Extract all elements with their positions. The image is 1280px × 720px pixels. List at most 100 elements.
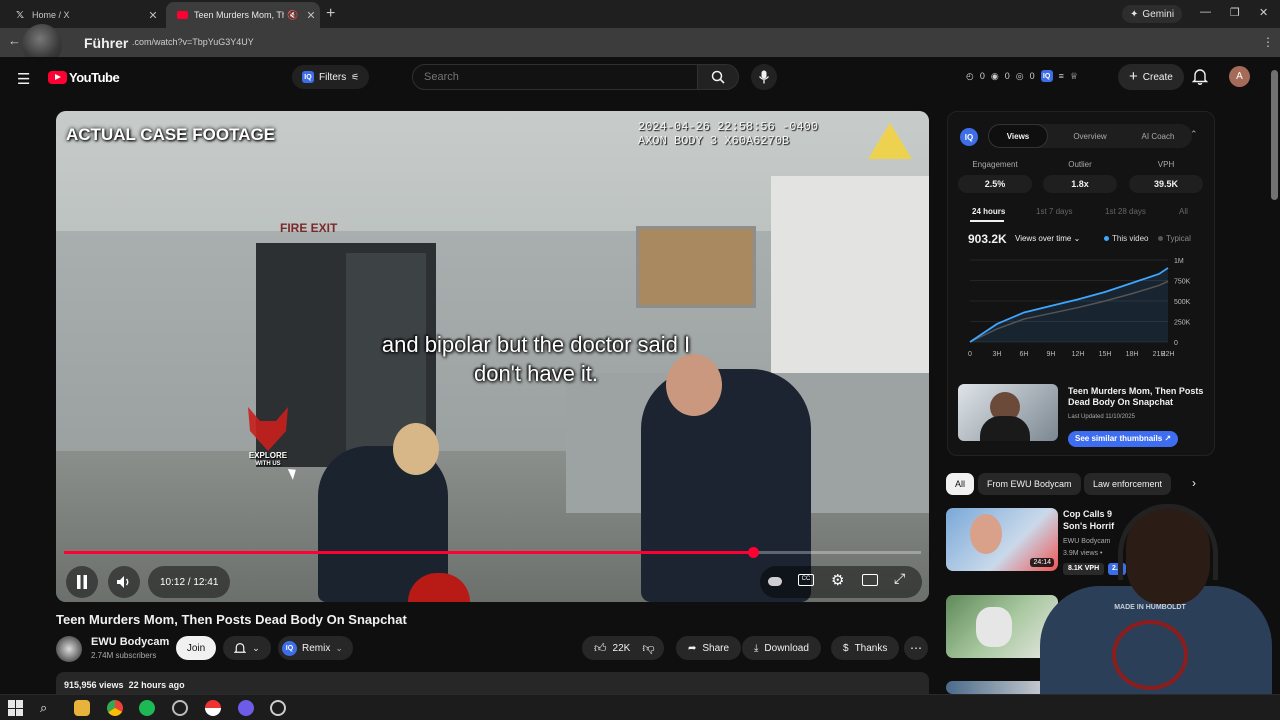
chip-all[interactable]: All (946, 473, 975, 495)
tab-overview[interactable]: Overview (1060, 124, 1120, 148)
legend-typical: Typical (1158, 234, 1191, 243)
minimize-icon[interactable]: — (1200, 6, 1211, 18)
chart-x-tick-label: 3H (993, 351, 1002, 358)
total-views: 903.2K (968, 232, 1007, 246)
progress-bar[interactable] (64, 547, 921, 558)
eye-icon: ◉ (990, 70, 999, 81)
tab-views[interactable]: Views (988, 124, 1048, 148)
video-thumbnail[interactable] (958, 384, 1058, 441)
obs-icon[interactable] (270, 700, 286, 716)
remix-button[interactable]: IQ Remix ⌄ (278, 636, 353, 660)
window-close-icon[interactable]: ✕ (1259, 6, 1268, 19)
video-player[interactable]: FIRE EXIT ACTUAL CASE FOOTAGE 2024-04-26… (56, 111, 929, 602)
captions-icon[interactable]: CC (798, 574, 814, 586)
voice-search-button[interactable] (751, 64, 777, 90)
iq-logo: IQ (960, 128, 978, 146)
range-all[interactable]: All (1179, 207, 1188, 216)
collapse-chevron-icon[interactable]: ⌃ (1190, 129, 1198, 140)
url-field[interactable]: .com/watch?v=TbpYuG3Y4UY (132, 37, 254, 47)
pause-button[interactable] (66, 566, 98, 598)
see-similar-thumbnails-button[interactable]: See similar thumbnails ↗ (1068, 431, 1179, 447)
chart-y-tick-label: 1M (1174, 258, 1184, 265)
app-icon[interactable] (238, 700, 254, 716)
thumbnail-figure-body (980, 416, 1030, 441)
caption-text: and bipolar but the doctor said I don't … (381, 332, 691, 386)
search-input[interactable] (413, 65, 697, 89)
range-24-hours[interactable]: 24 hours (972, 207, 1005, 216)
page-scrollbar[interactable] (1271, 70, 1278, 200)
thanks-label: Thanks (854, 642, 888, 654)
close-icon[interactable]: ✕ (144, 9, 162, 22)
video-title: Teen Murders Mom, Then Posts Dead Body O… (56, 612, 407, 627)
youtube-logo[interactable]: YouTube (48, 70, 120, 85)
upload-age: 22 hours ago (128, 680, 185, 690)
search-icon[interactable]: ⌕ (40, 700, 56, 716)
range-28-days[interactable]: 1st 28 days (1105, 207, 1146, 216)
app-icon[interactable] (172, 700, 188, 716)
metric-value: 1.8x (1043, 175, 1117, 193)
tab-ai-coach[interactable]: AI Coach (1128, 124, 1188, 148)
account-avatar[interactable]: A (1229, 66, 1250, 87)
fullscreen-icon[interactable]: ⤢ (894, 570, 905, 587)
gemini-button[interactable]: ✦ Gemini (1122, 5, 1183, 23)
channel-name[interactable]: EWU Bodycam (91, 636, 169, 648)
hamburger-menu-icon[interactable]: ☰ (17, 70, 30, 88)
pokeball-icon[interactable] (205, 700, 221, 716)
dropdown-label: Views over time (1015, 234, 1072, 243)
chevron-right-icon[interactable]: › (1192, 476, 1196, 490)
iq-icon[interactable]: IQ (1040, 70, 1053, 82)
legend-label: This video (1112, 234, 1149, 243)
range-7-days[interactable]: 1st 7 days (1036, 207, 1072, 216)
restore-icon[interactable]: ❐ (1230, 6, 1240, 19)
more-dots-icon: ⋯ (910, 641, 922, 655)
theater-mode-icon[interactable] (862, 574, 878, 586)
file-explorer-icon[interactable] (74, 700, 90, 716)
join-button[interactable]: Join (176, 636, 216, 660)
filters-button[interactable]: IQ Filters ⚟ (292, 65, 370, 89)
browser-tab-youtube[interactable]: Teen Murders Mom, Then P 🔇 ✕ (166, 2, 320, 28)
iq-icon: IQ (302, 71, 314, 83)
channel-avatar[interactable] (56, 636, 82, 662)
close-icon[interactable]: ✕ (302, 9, 320, 22)
browser-tab-x[interactable]: 𝕏 Home / X ✕ (4, 2, 162, 28)
thumbs-down-icon[interactable]: 👎︎ (642, 641, 654, 656)
chip-from-channel[interactable]: From EWU Bodycam (978, 473, 1081, 495)
settings-gear-icon[interactable]: ⚙ (831, 571, 844, 589)
pause-icon (77, 575, 87, 589)
list-icon[interactable]: ≡ (1059, 71, 1064, 81)
spotify-icon[interactable] (139, 700, 155, 716)
views-over-time-dropdown[interactable]: Views over time ⌄ (1015, 234, 1080, 243)
chrome-icon[interactable] (107, 700, 123, 716)
progress-scrubber[interactable] (748, 547, 760, 558)
menu-kebab-icon[interactable]: ⋮ (1262, 35, 1274, 49)
last-updated: Last Updated 11/10/2025 (1068, 414, 1135, 420)
mute-icon[interactable]: 🔇 (284, 10, 302, 21)
like-count[interactable]: 22K (613, 643, 631, 654)
download-button[interactable]: ⤓ Download (742, 636, 821, 660)
create-button[interactable]: + Create (1118, 64, 1184, 90)
windows-start-icon[interactable] (8, 700, 24, 716)
chevron-down-icon: ⌄ (1073, 234, 1081, 243)
thanks-button[interactable]: $ Thanks (831, 636, 900, 660)
share-button[interactable]: ➦ Share (676, 636, 742, 660)
more-actions-button[interactable]: ⋯ (904, 636, 928, 660)
new-tab-icon[interactable]: + (326, 5, 335, 23)
autoplay-toggle[interactable] (768, 577, 782, 586)
thumbs-up-icon[interactable]: 👍︎ (594, 641, 607, 656)
logo-text: YouTube (69, 70, 120, 85)
youtube-header: ☰ YouTube IQ Filters ⚟ ◴ 0 ◉ 0 ◎ 0 IQ ≡ ♕ +… (0, 57, 1280, 97)
chart-x-tick-label: 18H (1126, 351, 1139, 358)
tab-title: Teen Murders Mom, Then P (194, 10, 284, 20)
chip-law-enforcement[interactable]: Law enforcement (1084, 473, 1172, 495)
overlay-name: Führer (84, 35, 129, 51)
notification-button[interactable]: ⌄ (223, 636, 271, 660)
thanks-icon: $ (843, 642, 849, 654)
trophy-icon[interactable]: ♕ (1070, 71, 1078, 82)
webcam-overlay: MADE IN HUMBOLDT (1040, 500, 1280, 700)
vidiq-stats[interactable]: ◴ 0 ◉ 0 ◎ 0 IQ ≡ ♕ (966, 70, 1078, 82)
search-button[interactable] (698, 64, 739, 90)
back-icon[interactable]: ← (8, 33, 21, 48)
volume-button[interactable] (108, 566, 140, 598)
notifications-bell-icon[interactable] (1192, 68, 1208, 85)
chevron-down-icon: ⌄ (335, 642, 343, 653)
